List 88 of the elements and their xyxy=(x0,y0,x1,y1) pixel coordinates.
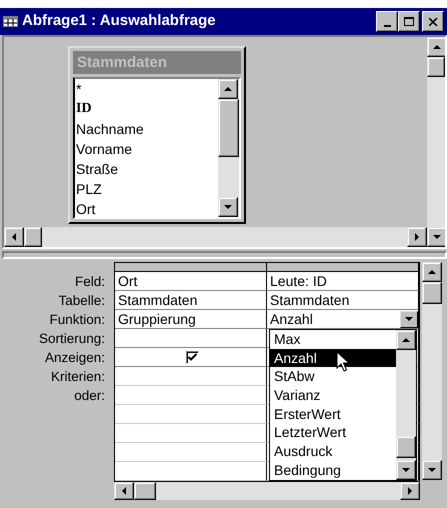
row-label: Sortierung: xyxy=(38,330,105,348)
left-arrow-icon xyxy=(122,487,126,495)
row-label: Tabelle: xyxy=(57,292,105,310)
field-list-title: Stammdaten xyxy=(73,51,241,74)
scroll-thumb[interactable] xyxy=(24,227,42,247)
dropdown-button[interactable] xyxy=(400,310,418,328)
scroll-thumb[interactable] xyxy=(134,482,156,500)
minimize-button[interactable] xyxy=(376,11,398,32)
horizontal-scrollbar[interactable] xyxy=(114,482,420,500)
right-arrow-icon xyxy=(415,233,419,241)
scroll-thumb[interactable] xyxy=(427,57,445,77)
column-selector[interactable] xyxy=(267,263,419,272)
field-item[interactable]: Straße xyxy=(75,159,218,179)
up-arrow-icon xyxy=(224,87,232,91)
vertical-scrollbar[interactable] xyxy=(396,330,416,480)
grid-cell[interactable] xyxy=(115,367,267,386)
grid-cell[interactable] xyxy=(115,443,267,462)
down-arrow-icon xyxy=(428,468,436,472)
grid-cell[interactable] xyxy=(115,386,267,405)
grid-cell[interactable]: Leute: ID xyxy=(267,272,419,291)
grid-cell[interactable] xyxy=(115,462,267,481)
horizontal-scrollbar[interactable] xyxy=(4,227,427,247)
dropdown-option[interactable]: Bedingung xyxy=(270,460,396,480)
check-icon xyxy=(188,353,196,361)
close-button[interactable] xyxy=(422,11,444,32)
dropdown-option[interactable]: LetzterWert xyxy=(270,423,396,442)
grid-cell[interactable]: Stammdaten xyxy=(267,291,419,310)
minimize-icon xyxy=(384,25,390,27)
grid-cell[interactable]: Gruppierung xyxy=(115,310,267,329)
dropdown-option[interactable]: StAbw xyxy=(270,367,396,386)
column-selector[interactable] xyxy=(115,263,267,272)
scroll-left-button[interactable] xyxy=(4,227,24,247)
vertical-scrollbar[interactable] xyxy=(422,262,442,480)
scroll-thumb[interactable] xyxy=(422,282,442,304)
down-arrow-icon xyxy=(405,317,413,321)
scroll-up-button[interactable] xyxy=(427,37,445,57)
cell-text: Anzahl xyxy=(270,310,313,328)
scroll-thumb[interactable] xyxy=(218,99,239,157)
scroll-down-button[interactable] xyxy=(427,227,445,247)
field-item[interactable]: Nachname xyxy=(75,119,218,139)
scroll-right-button[interactable] xyxy=(400,482,420,500)
row-label: Anzeigen: xyxy=(44,349,105,367)
scroll-down-button[interactable] xyxy=(396,460,416,480)
field-item[interactable]: ID xyxy=(75,99,218,119)
dropdown-option[interactable]: Ausdruck xyxy=(270,442,396,461)
scroll-up-button[interactable] xyxy=(218,79,238,99)
dropdown-option[interactable]: Varianz xyxy=(270,386,396,405)
row-label: Feld: xyxy=(74,273,105,291)
grid-cell[interactable] xyxy=(115,405,267,424)
dropdown-option[interactable]: ErsterWert xyxy=(270,404,396,424)
maximize-button[interactable] xyxy=(398,11,420,32)
down-arrow-icon xyxy=(402,468,410,472)
grid-cell[interactable] xyxy=(115,329,267,348)
field-item[interactable]: PLZ xyxy=(75,179,218,199)
grid-cell[interactable]: Ort xyxy=(115,272,267,291)
row-label: Kriterien: xyxy=(50,368,105,386)
left-arrow-icon xyxy=(12,233,16,241)
grid-cell[interactable] xyxy=(115,348,267,367)
up-arrow-icon xyxy=(433,45,441,49)
close-icon xyxy=(428,18,438,26)
scroll-thumb[interactable] xyxy=(396,436,416,458)
pane-splitter[interactable] xyxy=(2,251,447,259)
vertical-scrollbar[interactable] xyxy=(427,37,445,247)
scroll-up-button[interactable] xyxy=(422,262,442,282)
scroll-left-button[interactable] xyxy=(114,482,134,500)
grid-cell[interactable]: Stammdaten xyxy=(115,291,267,310)
dropdown-option[interactable]: Max xyxy=(270,330,396,349)
field-item[interactable]: * xyxy=(75,79,218,99)
field-item[interactable]: Vorname xyxy=(75,139,218,159)
scroll-down-button[interactable] xyxy=(218,197,238,217)
row-label: oder: xyxy=(73,387,105,405)
vertical-scrollbar[interactable] xyxy=(218,79,239,217)
checkbox[interactable] xyxy=(186,350,198,364)
grid-cell[interactable] xyxy=(115,424,267,443)
down-arrow-icon xyxy=(224,205,232,209)
up-arrow-icon xyxy=(402,338,410,342)
dropdown-option[interactable]: Anzahl xyxy=(270,348,396,368)
scroll-up-button[interactable] xyxy=(396,330,416,350)
scroll-right-button[interactable] xyxy=(407,227,427,247)
table-icon xyxy=(3,16,18,27)
field-item[interactable]: Ort xyxy=(75,199,218,217)
down-arrow-icon xyxy=(433,235,441,239)
maximize-icon xyxy=(404,17,414,26)
right-arrow-icon xyxy=(408,487,412,495)
scroll-down-button[interactable] xyxy=(422,460,442,480)
up-arrow-icon xyxy=(428,270,436,274)
row-label: Funktion: xyxy=(48,311,105,329)
window-title: Abfrage1 : Auswahlabfrage xyxy=(22,11,217,32)
